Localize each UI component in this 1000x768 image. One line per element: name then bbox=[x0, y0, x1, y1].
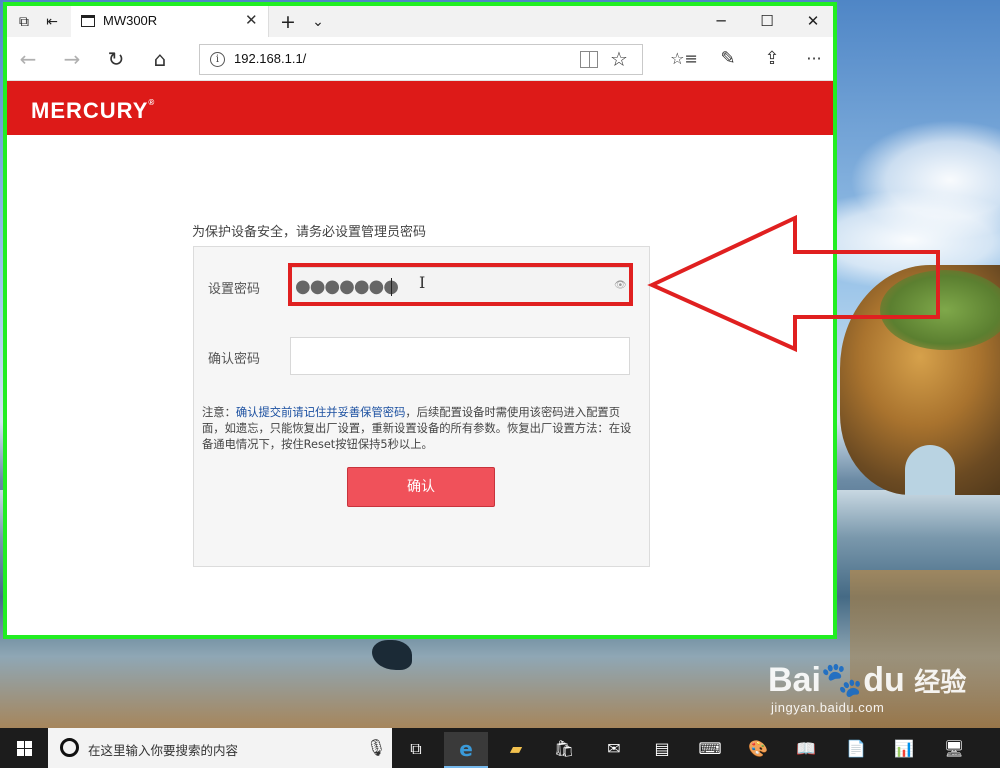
address-bar[interactable]: i 192.168.1.1/ ☆ bbox=[199, 44, 643, 75]
app-icon[interactable]: 📊 bbox=[882, 732, 926, 768]
mercury-logo: MERCURY® bbox=[31, 98, 155, 124]
page-favicon-icon bbox=[81, 15, 95, 27]
tab-mw300r[interactable]: MW300R ✕ bbox=[71, 6, 269, 37]
logo-text: MERCURY bbox=[31, 98, 149, 123]
confirm-password-label: 确认密码 bbox=[208, 352, 261, 367]
new-tab-icon[interactable]: + bbox=[277, 12, 299, 32]
app-icon[interactable]: ⌨ bbox=[688, 732, 732, 768]
store-icon[interactable]: 🛍 bbox=[542, 732, 586, 768]
baidu-jingyan-watermark: Bai🐾du 经验 jingyan.baidu.com bbox=[768, 660, 998, 720]
tab-close-icon[interactable]: ✕ bbox=[245, 11, 258, 29]
paint-icon[interactable]: 🎨 bbox=[736, 732, 780, 768]
app-icon[interactable]: 📖 bbox=[784, 732, 828, 768]
app-icon[interactable]: ▤ bbox=[640, 732, 684, 768]
tab-bar: ⧉ ⇤ MW300R ✕ + ⌄ ─ ☐ ✕ bbox=[7, 6, 833, 37]
home-button[interactable]: ⌂ bbox=[145, 46, 175, 72]
url-text[interactable]: 192.168.1.1/ bbox=[234, 51, 306, 66]
navigation-bar: ← → ↻ ⌂ i 192.168.1.1/ ☆ ☆≡ ✎ ⇪ ··· bbox=[7, 37, 833, 81]
tabs-aside-icon[interactable]: ⧉ bbox=[13, 12, 35, 32]
taskbar: 在这里输入你要搜索的内容 🎙 ⧉ e ▰ 🛍 ✉ ▤ ⌨ 🎨 📖 📄 📊 🖥 bbox=[0, 728, 1000, 768]
task-view-icon[interactable]: ⧉ bbox=[394, 732, 438, 768]
back-button[interactable]: ← bbox=[13, 46, 43, 72]
remote-desktop-icon[interactable]: 🖥 bbox=[932, 732, 976, 768]
logo-jingyan: 经验 bbox=[914, 667, 967, 697]
maximize-button[interactable]: ☐ bbox=[745, 9, 789, 33]
reading-view-icon[interactable] bbox=[580, 51, 598, 68]
edge-browser-icon[interactable]: e bbox=[444, 732, 488, 768]
document-icon[interactable]: 📄 bbox=[834, 732, 878, 768]
forward-button[interactable]: → bbox=[57, 46, 87, 72]
logo-part-a: Bai bbox=[768, 661, 821, 699]
cortana-icon[interactable] bbox=[60, 738, 79, 757]
mail-icon[interactable]: ✉ bbox=[592, 732, 636, 768]
taskbar-search-box[interactable]: 在这里输入你要搜索的内容 🎙 bbox=[48, 728, 392, 768]
favorite-star-icon[interactable]: ☆ bbox=[610, 47, 628, 71]
tab-list-chevron-icon[interactable]: ⌄ bbox=[307, 12, 329, 32]
search-placeholder: 在这里输入你要搜索的内容 bbox=[88, 743, 239, 758]
logo-registered-mark: ® bbox=[148, 98, 156, 107]
annotation-arrow-icon bbox=[647, 214, 940, 353]
arch-opening bbox=[905, 445, 955, 495]
confirm-button[interactable]: 确认 bbox=[347, 467, 495, 507]
note-prefix: 注意： bbox=[202, 406, 236, 419]
logo-part-b: du bbox=[863, 661, 905, 699]
tab-title: MW300R bbox=[103, 13, 158, 28]
site-info-icon[interactable]: i bbox=[210, 52, 225, 67]
windows-logo-icon bbox=[17, 741, 32, 756]
share-icon[interactable]: ⇪ bbox=[757, 46, 787, 72]
password-note: 注意：确认提交前请记住并妥善保管密码，后续配置设备时需使用该密码进入配置页面，如… bbox=[202, 405, 642, 453]
favorites-hub-icon[interactable]: ☆≡ bbox=[669, 46, 699, 72]
microphone-icon[interactable]: 🎙 bbox=[366, 738, 386, 757]
baidu-paw-icon: 🐾 bbox=[820, 661, 864, 699]
confirm-password-input[interactable] bbox=[290, 337, 630, 375]
highlight-rectangle bbox=[288, 263, 633, 306]
router-page: MERCURY® 为保护设备安全，请务必设置管理员密码 设置密码 ●●●●●●●… bbox=[7, 81, 833, 635]
file-explorer-icon[interactable]: ▰ bbox=[494, 732, 538, 768]
minimize-button[interactable]: ─ bbox=[699, 9, 743, 33]
set-password-label: 设置密码 bbox=[208, 282, 261, 297]
restore-tabs-icon[interactable]: ⇤ bbox=[41, 12, 63, 32]
note-highlight: 确认提交前请记住并妥善保管密码 bbox=[235, 406, 406, 419]
security-notice: 为保护设备安全，请务必设置管理员密码 bbox=[192, 225, 427, 240]
brand-header: MERCURY® bbox=[7, 81, 833, 135]
web-notes-icon[interactable]: ✎ bbox=[713, 46, 743, 72]
baidu-logo: Bai🐾du 经验 bbox=[768, 660, 966, 700]
start-button[interactable] bbox=[0, 728, 48, 768]
more-menu-icon[interactable]: ··· bbox=[799, 46, 829, 72]
watermark-url: jingyan.baidu.com bbox=[771, 700, 885, 715]
refresh-button[interactable]: ↻ bbox=[101, 46, 131, 72]
close-window-button[interactable]: ✕ bbox=[791, 9, 833, 33]
